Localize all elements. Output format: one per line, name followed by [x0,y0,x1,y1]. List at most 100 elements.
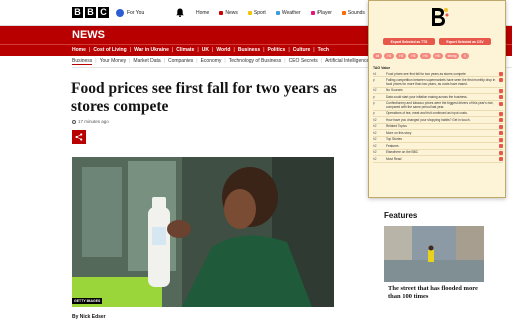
sub-nav-item[interactable]: Companies [164,58,193,65]
tag-filter[interactable]: H1 [384,53,395,59]
article-timestamp: 17 minutes ago [72,119,109,124]
news-nav-item[interactable]: Climate [172,47,194,53]
global-nav-label: Sounds [347,10,365,16]
row-text: Food prices see first fall for two years… [386,71,466,76]
feature-headline[interactable]: The street that has flooded more than 10… [388,285,478,300]
sub-nav-item[interactable]: Market Data [129,58,160,65]
tag-filter[interactable]: strong [444,53,460,59]
row-tag: h2 [373,88,377,93]
sounds-icon [341,11,346,15]
bbc-logo-letter: C [98,7,109,18]
sub-nav-item[interactable]: Artificial Intelligence [321,58,369,65]
row-tag: h2 [373,137,377,142]
news-nav-item[interactable]: World [212,47,230,53]
select-checkbox[interactable] [499,78,503,83]
row-tag: p [373,78,375,83]
global-nav-iplayer[interactable]: iPlayer [310,10,332,16]
business-sub-nav: Business Your Money Market Data Companie… [72,58,369,65]
iplayer-icon [310,11,315,15]
feature-image[interactable] [384,226,484,282]
row-tag: h1 [373,71,377,76]
select-checkbox[interactable] [499,131,503,136]
sub-nav-item-business[interactable]: Business [72,58,93,65]
extension-logo-icon [426,5,450,29]
news-nav-item[interactable]: Tech [313,47,329,53]
global-nav-label: News [225,10,238,16]
list-item[interactable]: p Falling competition between supermarket… [373,77,503,88]
article-byline: By Nick Edser [72,314,106,320]
news-nav-item[interactable]: Cost of Living [89,47,126,53]
row-tag: h2 [373,117,377,122]
bell-icon[interactable] [176,8,184,17]
global-nav-label: Weather [281,10,301,16]
global-nav-sounds[interactable]: Sounds [341,10,365,16]
row-text: Confectionery and tobacco prices were th… [386,101,494,110]
sport-icon [247,11,252,15]
news-nav-item[interactable]: Politics [263,47,286,53]
row-tag: h2 [373,130,377,135]
select-checkbox[interactable] [499,137,503,142]
list-item[interactable]: p Confectionery and tobacco prices were t… [373,101,503,111]
share-button[interactable] [72,130,86,144]
select-checkbox[interactable] [499,124,503,129]
export-csv-button[interactable]: Export Selected as CSV [439,38,491,45]
article-headline: Food prices see first fall for two years… [71,80,337,115]
select-checkbox[interactable] [499,157,503,162]
row-tag: h2 [373,143,377,148]
row-text: Falling competition between supermarkets… [386,78,496,87]
row-tag: p [373,94,375,99]
timestamp-text: 17 minutes ago [78,119,109,124]
tag-filter[interactable]: H3 [408,53,419,59]
extracted-list: TAG Value h1 Food prices see first fall f… [373,66,503,163]
select-checkbox[interactable] [499,88,503,93]
global-nav-news[interactable]: News [219,10,238,16]
news-nav-item[interactable]: Business [233,47,260,53]
news-icon [219,11,224,15]
features-heading: Features [384,211,418,220]
select-checkbox[interactable] [499,95,503,100]
bbc-logo[interactable]: B B C [72,7,109,18]
row-text: Elsewhere on the BBC [386,150,419,155]
signin-button[interactable]: For You [116,9,144,17]
tag-filter[interactable]: H2 [396,53,407,59]
news-nav-item[interactable]: Culture [288,47,311,53]
row-tag: h2 [373,124,377,129]
list-item[interactable]: h2 Most Read [373,156,503,163]
global-nav-label: Home [196,10,210,16]
weather-icon [275,11,280,15]
sub-nav-item[interactable]: Technology of Business [224,58,282,65]
row-tag: p [373,101,375,106]
clock-icon [72,119,76,124]
global-nav-sport[interactable]: Sport [247,10,266,16]
tag-filter[interactable]: H5 [432,53,443,59]
global-nav-weather[interactable]: Weather [275,10,301,16]
select-checkbox[interactable] [499,144,503,149]
select-checkbox[interactable] [499,71,503,76]
sub-nav-item[interactable]: CEO Secrets [284,58,318,65]
row-text: Related Topics [386,124,407,129]
tag-filter[interactable]: li [461,53,469,59]
sub-nav-item[interactable]: Economy [196,58,222,65]
select-checkbox[interactable] [499,150,503,155]
extension-popup: Export Selected as TTS Export Selected a… [368,0,506,198]
global-nav-home[interactable]: Home [196,10,209,16]
sub-nav-item[interactable]: Your Money [95,58,127,65]
select-checkbox[interactable] [499,118,503,123]
row-text: Data could start your inflation easing a… [386,94,468,99]
tag-filter[interactable]: H4 [420,53,431,59]
tag-filter[interactable]: all [373,53,383,59]
bbc-logo-letter: B [72,7,83,18]
list-header: TAG Value [373,66,391,70]
account-icon [116,9,124,17]
photo-credit: GETTY IMAGES [72,298,103,304]
select-checkbox[interactable] [499,101,503,106]
news-nav-item[interactable]: UK [197,47,209,53]
news-nav-item[interactable]: Home [72,47,86,53]
share-icon [75,133,83,141]
select-checkbox[interactable] [499,111,503,116]
export-tts-button[interactable]: Export Selected as TTS [383,38,435,45]
news-nav-item[interactable]: War in Ukraine [130,47,169,53]
global-nav-label: Sport [253,10,266,16]
row-tag: h2 [373,150,377,155]
news-title[interactable]: NEWS [72,29,105,41]
